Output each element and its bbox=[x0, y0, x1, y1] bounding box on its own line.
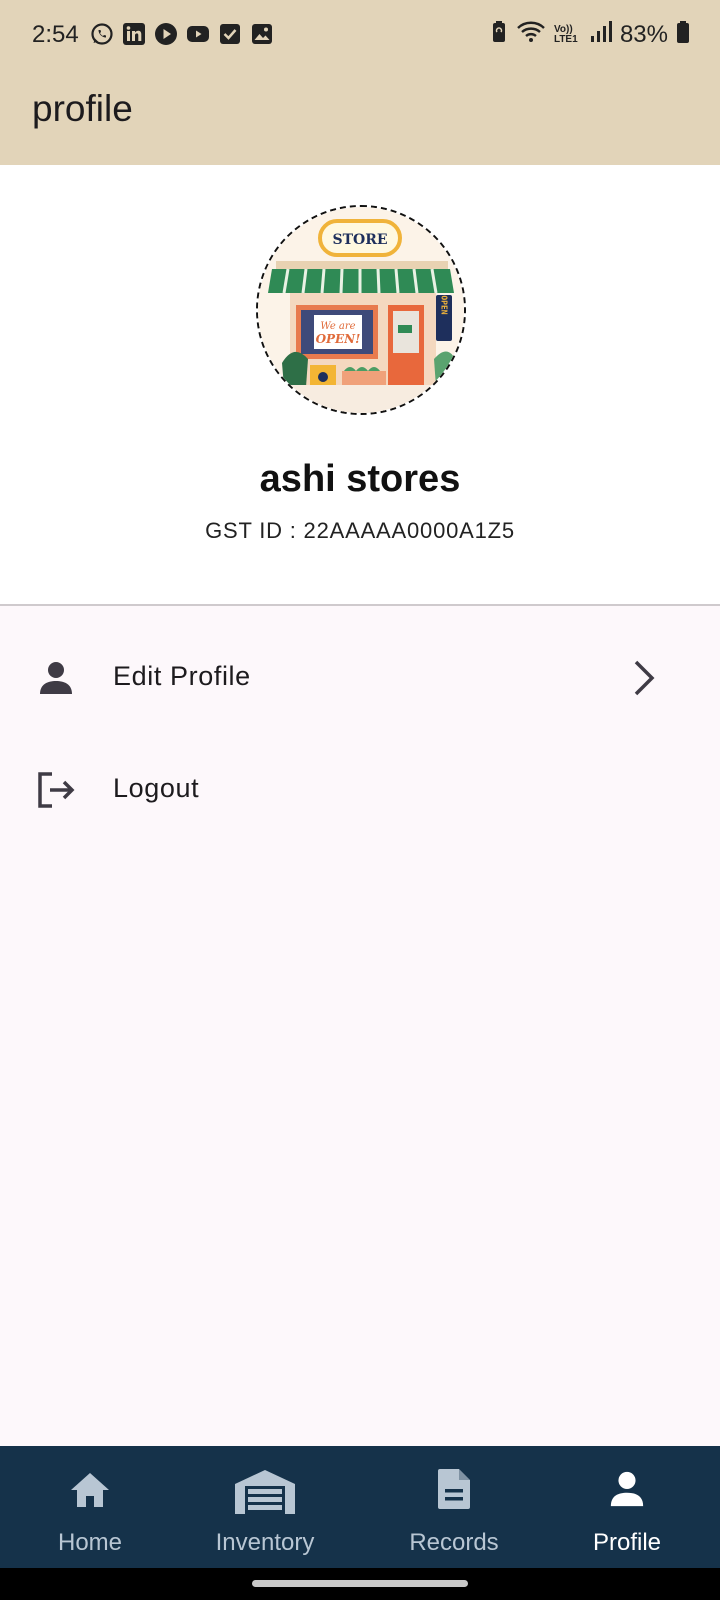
status-right: Vo)) LTE1 83% bbox=[490, 20, 690, 49]
status-time: 2:54 bbox=[32, 21, 79, 48]
logout-icon bbox=[36, 770, 76, 810]
battery-saver-icon bbox=[490, 20, 508, 49]
top-app-bar: 2:54 Vo)) LTE1 83% profile bbox=[0, 0, 720, 165]
gst-id: GST ID : 22AAAAA0000A1Z5 bbox=[205, 518, 515, 543]
edit-profile-item[interactable]: Edit Profile bbox=[0, 628, 720, 728]
whatsapp-icon bbox=[90, 22, 114, 46]
youtube-icon bbox=[186, 22, 210, 46]
volte-icon: Vo)) LTE1 bbox=[553, 23, 578, 45]
logout-label: Logout bbox=[113, 773, 200, 803]
gesture-handle[interactable] bbox=[252, 1580, 468, 1587]
nav-profile[interactable]: Profile bbox=[537, 1446, 717, 1568]
battery-percent: 83% bbox=[619, 20, 668, 48]
checkbox-icon bbox=[218, 22, 242, 46]
page-title: profile bbox=[32, 88, 133, 129]
status-bar: 2:54 Vo)) LTE1 83% bbox=[0, 0, 720, 70]
svg-text:OPEN!: OPEN! bbox=[316, 332, 361, 346]
store-avatar: STORE We are OPEN! OPEN bbox=[256, 205, 466, 415]
document-icon bbox=[437, 1468, 471, 1515]
gallery-icon bbox=[250, 22, 274, 46]
linkedin-icon bbox=[122, 22, 146, 46]
battery-icon bbox=[676, 20, 690, 49]
nav-records[interactable]: Records bbox=[364, 1446, 544, 1568]
person-icon bbox=[608, 1470, 646, 1513]
play-icon bbox=[154, 22, 178, 46]
notification-icons bbox=[90, 22, 274, 46]
nav-inventory[interactable]: Inventory bbox=[175, 1446, 355, 1568]
signal-icon bbox=[590, 20, 612, 49]
home-icon bbox=[69, 1470, 111, 1515]
store-name: ashi stores bbox=[259, 458, 461, 500]
logout-item[interactable]: Logout bbox=[0, 740, 720, 840]
nav-home-label: Home bbox=[57, 1529, 123, 1556]
chevron-right-icon bbox=[630, 658, 660, 698]
person-icon bbox=[36, 658, 76, 698]
section-divider bbox=[0, 604, 720, 606]
warehouse-icon bbox=[233, 1468, 297, 1521]
store-illustration: STORE We are OPEN! OPEN bbox=[258, 207, 464, 413]
nav-inventory-label: Inventory bbox=[215, 1529, 315, 1556]
profile-header: STORE We are OPEN! OPEN ashi stores GST … bbox=[0, 165, 720, 605]
svg-text:OPEN: OPEN bbox=[440, 295, 449, 314]
wifi-icon bbox=[516, 20, 546, 49]
svg-text:STORE: STORE bbox=[332, 232, 387, 248]
nav-records-label: Records bbox=[409, 1529, 499, 1556]
nav-profile-label: Profile bbox=[592, 1529, 662, 1556]
bottom-navigation: Home Inventory Records Profile bbox=[0, 1446, 720, 1568]
svg-text:We are: We are bbox=[320, 321, 355, 332]
edit-profile-label: Edit Profile bbox=[113, 661, 251, 691]
nav-home[interactable]: Home bbox=[0, 1446, 180, 1568]
